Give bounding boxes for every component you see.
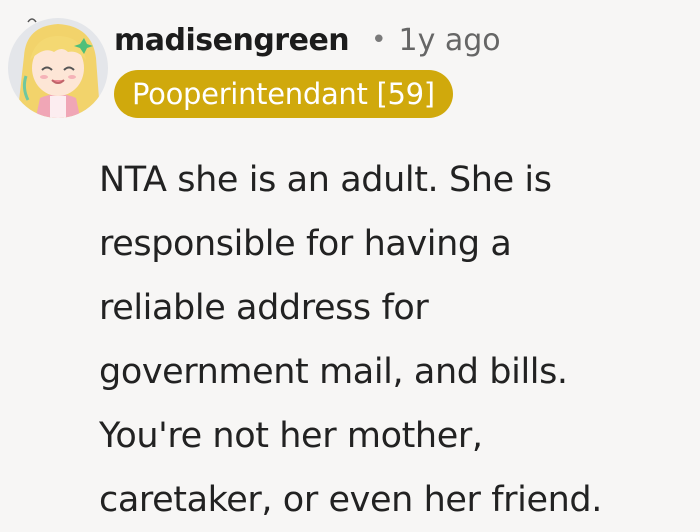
comment-body-line: caretaker, or even her friend. [99,480,602,520]
separator-dot: • [371,25,387,55]
comment-body-line: You're not her mother, [99,416,483,456]
comment-body-line: reliable address for [99,288,429,328]
comment-body-line: responsible for having a [99,224,512,264]
comment-body-line: NTA she is an adult. She is [99,160,552,200]
comment-body-line: government mail, and bills. [99,352,568,392]
avatar-icon [8,18,108,118]
comment-body: NTA she is an adult. She is responsible … [99,148,699,532]
comment: madisengreen • 1y ago Pooperintendant [5… [0,0,700,529]
timestamp[interactable]: 1y ago [399,23,501,58]
comment-header: madisengreen • 1y ago [114,18,501,62]
user-flair-badge: Pooperintendant [59] [114,70,453,118]
user-flair-text: Pooperintendant [59] [132,77,435,111]
avatar[interactable] [6,16,110,120]
username[interactable]: madisengreen [114,23,350,58]
